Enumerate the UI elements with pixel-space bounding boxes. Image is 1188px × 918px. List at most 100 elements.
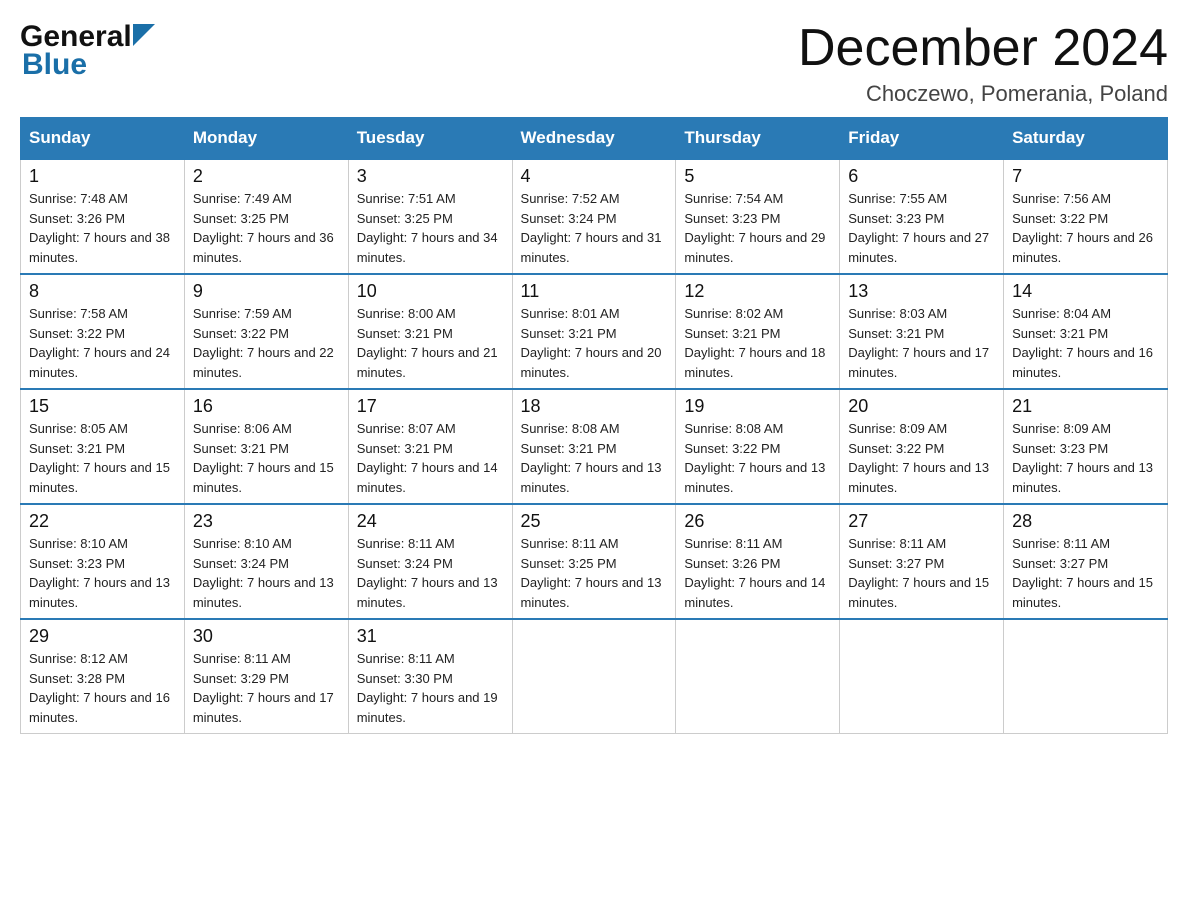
table-row: 7 Sunrise: 7:56 AMSunset: 3:22 PMDayligh…: [1004, 159, 1168, 274]
table-row: 9 Sunrise: 7:59 AMSunset: 3:22 PMDayligh…: [184, 274, 348, 389]
table-row: 29 Sunrise: 8:12 AMSunset: 3:28 PMDaylig…: [21, 619, 185, 734]
week-row-4: 22 Sunrise: 8:10 AMSunset: 3:23 PMDaylig…: [21, 504, 1168, 619]
logo-blue-text: Blue: [22, 48, 87, 82]
week-row-5: 29 Sunrise: 8:12 AMSunset: 3:28 PMDaylig…: [21, 619, 1168, 734]
table-row: 11 Sunrise: 8:01 AMSunset: 3:21 PMDaylig…: [512, 274, 676, 389]
day-number: 30: [193, 626, 340, 647]
table-row: [676, 619, 840, 734]
table-row: 6 Sunrise: 7:55 AMSunset: 3:23 PMDayligh…: [840, 159, 1004, 274]
table-row: 8 Sunrise: 7:58 AMSunset: 3:22 PMDayligh…: [21, 274, 185, 389]
day-number: 28: [1012, 511, 1159, 532]
day-number: 15: [29, 396, 176, 417]
day-number: 17: [357, 396, 504, 417]
day-number: 29: [29, 626, 176, 647]
day-number: 5: [684, 166, 831, 187]
table-row: 13 Sunrise: 8:03 AMSunset: 3:21 PMDaylig…: [840, 274, 1004, 389]
day-info: Sunrise: 8:02 AMSunset: 3:21 PMDaylight:…: [684, 304, 831, 382]
table-row: 12 Sunrise: 8:02 AMSunset: 3:21 PMDaylig…: [676, 274, 840, 389]
day-number: 22: [29, 511, 176, 532]
table-row: [512, 619, 676, 734]
day-number: 31: [357, 626, 504, 647]
day-info: Sunrise: 7:56 AMSunset: 3:22 PMDaylight:…: [1012, 189, 1159, 267]
day-number: 26: [684, 511, 831, 532]
logo-arrow-icon: [133, 24, 155, 46]
day-info: Sunrise: 8:01 AMSunset: 3:21 PMDaylight:…: [521, 304, 668, 382]
day-info: Sunrise: 7:48 AMSunset: 3:26 PMDaylight:…: [29, 189, 176, 267]
table-row: 10 Sunrise: 8:00 AMSunset: 3:21 PMDaylig…: [348, 274, 512, 389]
table-row: 17 Sunrise: 8:07 AMSunset: 3:21 PMDaylig…: [348, 389, 512, 504]
table-row: 27 Sunrise: 8:11 AMSunset: 3:27 PMDaylig…: [840, 504, 1004, 619]
day-number: 7: [1012, 166, 1159, 187]
table-row: 24 Sunrise: 8:11 AMSunset: 3:24 PMDaylig…: [348, 504, 512, 619]
day-info: Sunrise: 7:58 AMSunset: 3:22 PMDaylight:…: [29, 304, 176, 382]
day-info: Sunrise: 7:49 AMSunset: 3:25 PMDaylight:…: [193, 189, 340, 267]
col-sunday: Sunday: [21, 118, 185, 160]
day-number: 21: [1012, 396, 1159, 417]
day-number: 13: [848, 281, 995, 302]
table-row: 28 Sunrise: 8:11 AMSunset: 3:27 PMDaylig…: [1004, 504, 1168, 619]
col-thursday: Thursday: [676, 118, 840, 160]
day-info: Sunrise: 8:12 AMSunset: 3:28 PMDaylight:…: [29, 649, 176, 727]
col-friday: Friday: [840, 118, 1004, 160]
table-row: 14 Sunrise: 8:04 AMSunset: 3:21 PMDaylig…: [1004, 274, 1168, 389]
table-row: 25 Sunrise: 8:11 AMSunset: 3:25 PMDaylig…: [512, 504, 676, 619]
logo: General Blue: [20, 20, 155, 82]
table-row: 15 Sunrise: 8:05 AMSunset: 3:21 PMDaylig…: [21, 389, 185, 504]
col-monday: Monday: [184, 118, 348, 160]
table-row: [1004, 619, 1168, 734]
day-info: Sunrise: 8:11 AMSunset: 3:25 PMDaylight:…: [521, 534, 668, 612]
day-number: 4: [521, 166, 668, 187]
day-info: Sunrise: 8:09 AMSunset: 3:23 PMDaylight:…: [1012, 419, 1159, 497]
day-number: 2: [193, 166, 340, 187]
day-number: 25: [521, 511, 668, 532]
day-info: Sunrise: 8:07 AMSunset: 3:21 PMDaylight:…: [357, 419, 504, 497]
week-row-2: 8 Sunrise: 7:58 AMSunset: 3:22 PMDayligh…: [21, 274, 1168, 389]
day-info: Sunrise: 7:51 AMSunset: 3:25 PMDaylight:…: [357, 189, 504, 267]
week-row-1: 1 Sunrise: 7:48 AMSunset: 3:26 PMDayligh…: [21, 159, 1168, 274]
day-number: 16: [193, 396, 340, 417]
table-row: 1 Sunrise: 7:48 AMSunset: 3:26 PMDayligh…: [21, 159, 185, 274]
day-info: Sunrise: 8:11 AMSunset: 3:29 PMDaylight:…: [193, 649, 340, 727]
day-number: 9: [193, 281, 340, 302]
table-row: 26 Sunrise: 8:11 AMSunset: 3:26 PMDaylig…: [676, 504, 840, 619]
table-row: 23 Sunrise: 8:10 AMSunset: 3:24 PMDaylig…: [184, 504, 348, 619]
table-row: 3 Sunrise: 7:51 AMSunset: 3:25 PMDayligh…: [348, 159, 512, 274]
day-number: 23: [193, 511, 340, 532]
calendar-table: Sunday Monday Tuesday Wednesday Thursday…: [20, 117, 1168, 734]
day-number: 24: [357, 511, 504, 532]
day-info: Sunrise: 8:10 AMSunset: 3:24 PMDaylight:…: [193, 534, 340, 612]
table-row: 31 Sunrise: 8:11 AMSunset: 3:30 PMDaylig…: [348, 619, 512, 734]
table-row: 16 Sunrise: 8:06 AMSunset: 3:21 PMDaylig…: [184, 389, 348, 504]
day-info: Sunrise: 8:09 AMSunset: 3:22 PMDaylight:…: [848, 419, 995, 497]
day-number: 12: [684, 281, 831, 302]
month-title: December 2024: [798, 20, 1168, 77]
day-info: Sunrise: 8:03 AMSunset: 3:21 PMDaylight:…: [848, 304, 995, 382]
day-info: Sunrise: 8:05 AMSunset: 3:21 PMDaylight:…: [29, 419, 176, 497]
day-info: Sunrise: 8:11 AMSunset: 3:27 PMDaylight:…: [1012, 534, 1159, 612]
location-title: Choczewo, Pomerania, Poland: [798, 81, 1168, 107]
table-row: 20 Sunrise: 8:09 AMSunset: 3:22 PMDaylig…: [840, 389, 1004, 504]
table-row: 19 Sunrise: 8:08 AMSunset: 3:22 PMDaylig…: [676, 389, 840, 504]
table-row: 18 Sunrise: 8:08 AMSunset: 3:21 PMDaylig…: [512, 389, 676, 504]
day-info: Sunrise: 8:08 AMSunset: 3:22 PMDaylight:…: [684, 419, 831, 497]
table-row: [840, 619, 1004, 734]
day-number: 6: [848, 166, 995, 187]
table-row: 30 Sunrise: 8:11 AMSunset: 3:29 PMDaylig…: [184, 619, 348, 734]
calendar-header-row: Sunday Monday Tuesday Wednesday Thursday…: [21, 118, 1168, 160]
day-info: Sunrise: 8:04 AMSunset: 3:21 PMDaylight:…: [1012, 304, 1159, 382]
table-row: 4 Sunrise: 7:52 AMSunset: 3:24 PMDayligh…: [512, 159, 676, 274]
page-header: General Blue December 2024 Choczewo, Pom…: [20, 20, 1168, 107]
day-number: 18: [521, 396, 668, 417]
day-number: 19: [684, 396, 831, 417]
day-info: Sunrise: 8:11 AMSunset: 3:27 PMDaylight:…: [848, 534, 995, 612]
day-number: 10: [357, 281, 504, 302]
col-saturday: Saturday: [1004, 118, 1168, 160]
table-row: 5 Sunrise: 7:54 AMSunset: 3:23 PMDayligh…: [676, 159, 840, 274]
day-info: Sunrise: 8:06 AMSunset: 3:21 PMDaylight:…: [193, 419, 340, 497]
day-info: Sunrise: 7:59 AMSunset: 3:22 PMDaylight:…: [193, 304, 340, 382]
day-number: 3: [357, 166, 504, 187]
col-wednesday: Wednesday: [512, 118, 676, 160]
day-info: Sunrise: 8:08 AMSunset: 3:21 PMDaylight:…: [521, 419, 668, 497]
day-number: 1: [29, 166, 176, 187]
table-row: 22 Sunrise: 8:10 AMSunset: 3:23 PMDaylig…: [21, 504, 185, 619]
